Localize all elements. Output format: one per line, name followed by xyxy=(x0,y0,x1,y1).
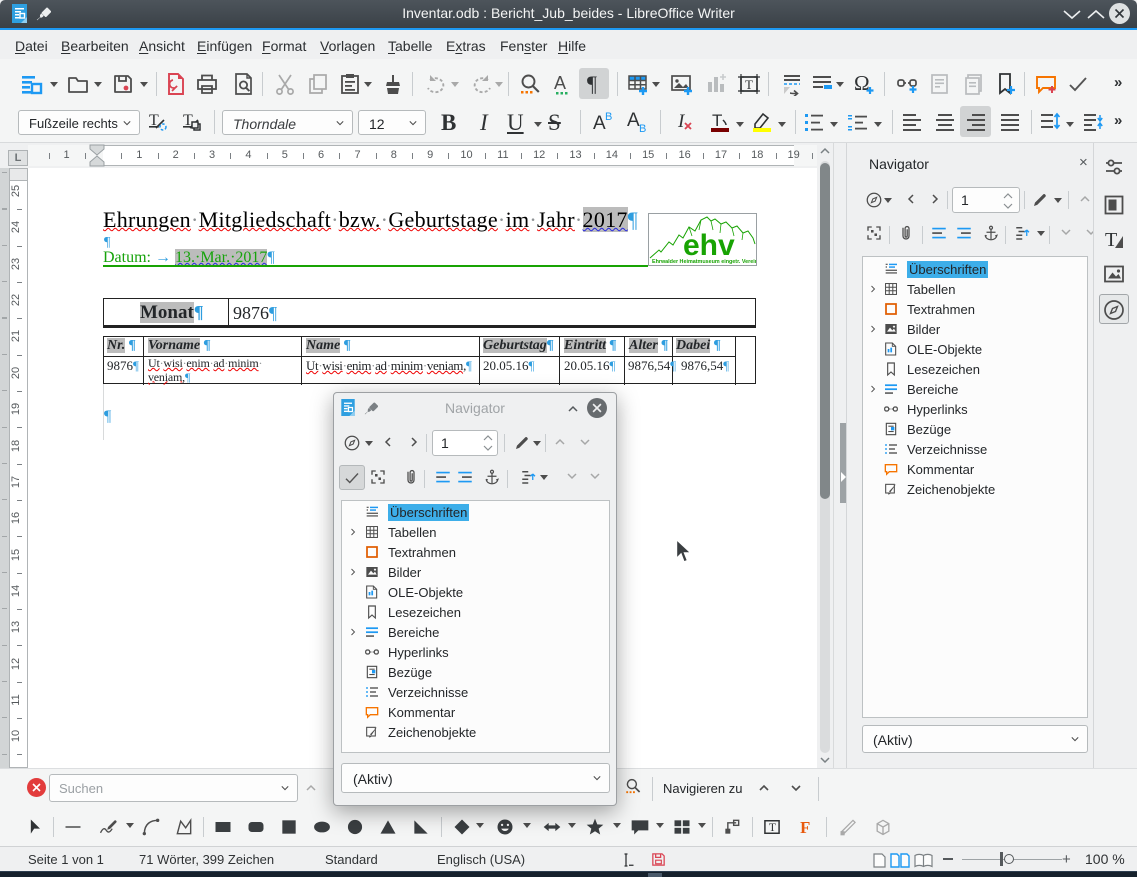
svg-text:ehv: ehv xyxy=(683,229,735,262)
svg-text:Ehrwalder Heimatmuseum eingetr: Ehrwalder Heimatmuseum eingetr. Verein xyxy=(652,259,756,265)
